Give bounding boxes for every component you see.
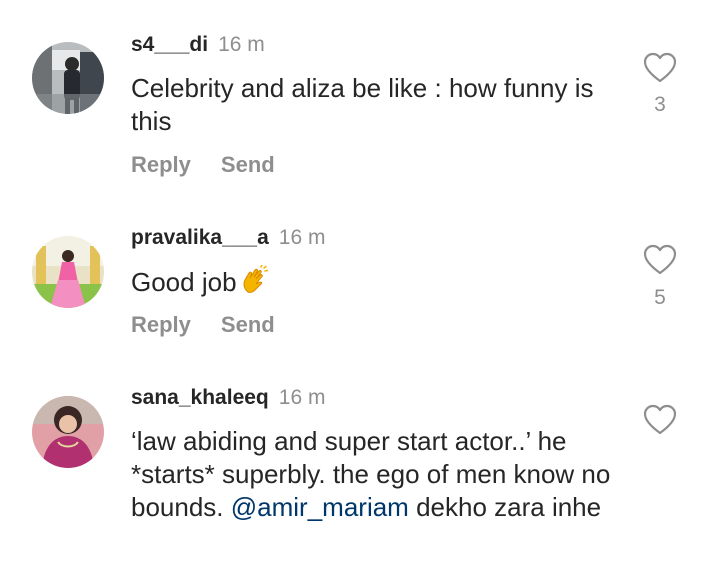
- clapping-hands-icon: [239, 264, 269, 303]
- username[interactable]: s4___di: [131, 33, 208, 56]
- comment-text-content: dekho zara inhe: [416, 492, 602, 522]
- comment-actions: Reply Send: [131, 152, 275, 178]
- like-button[interactable]: [642, 402, 678, 438]
- comment-header: pravalika___a 16 m: [131, 226, 325, 250]
- like-count: 3: [654, 93, 666, 116]
- send-button[interactable]: Send: [221, 152, 275, 177]
- avatar[interactable]: [32, 42, 104, 114]
- heart-outline-icon: [643, 404, 677, 435]
- reply-button[interactable]: Reply: [131, 152, 191, 177]
- comment-actions: Reply Send: [131, 312, 275, 338]
- username[interactable]: sana_khaleeq: [131, 386, 269, 409]
- timestamp: 16 m: [278, 226, 326, 249]
- heart-outline-icon: [643, 52, 677, 83]
- avatar[interactable]: [32, 236, 104, 308]
- comment-text-content: Good job: [131, 267, 237, 297]
- avatar[interactable]: [32, 396, 104, 468]
- like-count: 5: [654, 286, 666, 309]
- comment-text: ‘law abiding and super start actor..’ he…: [131, 425, 636, 524]
- username[interactable]: pravalika___a: [131, 226, 269, 249]
- comment-header: sana_khaleeq 16 m: [131, 386, 325, 410]
- reply-button[interactable]: Reply: [131, 312, 191, 337]
- send-button[interactable]: Send: [221, 312, 275, 337]
- heart-outline-icon: [643, 244, 677, 275]
- like-button[interactable]: [642, 242, 678, 278]
- timestamp: 16 m: [218, 33, 265, 56]
- comment-text: Good job: [131, 264, 636, 303]
- like-button[interactable]: [642, 50, 678, 86]
- timestamp: 16 m: [278, 386, 326, 409]
- user-mention-link[interactable]: @amir_mariam: [231, 492, 409, 522]
- comment-text: Celebrity and aliza be like : how funny …: [131, 73, 594, 136]
- comment-header: s4___di 16 m: [131, 33, 265, 57]
